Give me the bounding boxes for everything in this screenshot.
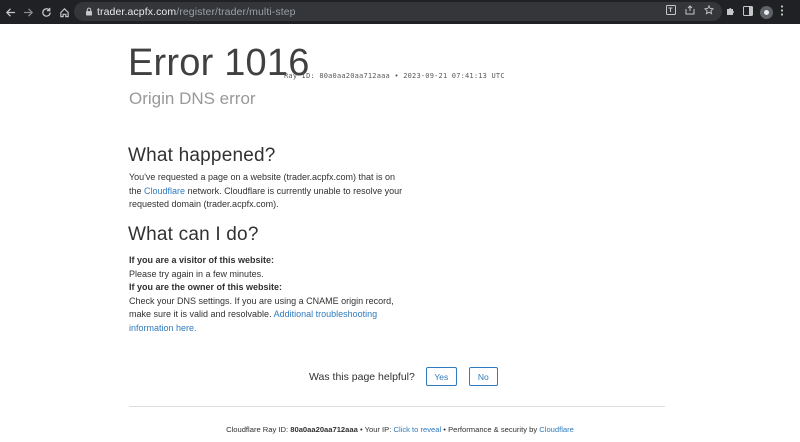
home-icon[interactable] — [55, 0, 73, 24]
visitor-label: If you are a visitor of this website: — [129, 255, 275, 265]
visitor-text: Please try again in a few minutes. — [129, 268, 264, 279]
what-can-i-do-heading: What can I do? — [128, 224, 259, 245]
what-happened-heading: What happened? — [128, 145, 276, 166]
ray-id-line: Ray ID: 80a0aa20aa712aaa • 2023-09-21 07… — [284, 72, 505, 80]
reveal-ip-link[interactable]: Click to reveal — [393, 425, 441, 434]
what-happened-text: You've requested a page on a website (tr… — [129, 171, 404, 212]
timestamp: 2023-09-21 07:41:13 UTC — [403, 72, 505, 80]
address-bar[interactable]: trader.acpfx.com/register/trader/multi-s… — [74, 2, 722, 21]
footer-ip-prefix: Your IP: — [364, 425, 392, 434]
url-path: /register/trader/multi-step — [176, 5, 296, 18]
share-icon[interactable] — [685, 5, 695, 18]
footer-separator-2: • — [443, 425, 446, 434]
footer-divider — [129, 406, 665, 407]
lock-icon[interactable] — [81, 7, 97, 16]
url-text: trader.acpfx.com/register/trader/multi-s… — [97, 6, 296, 18]
what-can-i-do-text: If you are a visitor of this website: Pl… — [129, 254, 404, 335]
side-panel-icon[interactable] — [743, 5, 753, 19]
footer-cloudflare-link[interactable]: Cloudflare — [539, 425, 574, 434]
error-title: Error 1016 — [128, 42, 310, 84]
kebab-menu-icon[interactable] — [780, 5, 784, 19]
profile-avatar-icon[interactable] — [760, 5, 773, 19]
footer-separator-1: • — [359, 425, 363, 434]
footer-ray-prefix: Cloudflare Ray ID: — [226, 425, 289, 434]
footer-perf-text: Performance & security by — [448, 425, 538, 434]
reload-icon[interactable] — [37, 0, 55, 24]
error-subtitle: Origin DNS error — [129, 89, 256, 108]
cloudflare-link[interactable]: Cloudflare — [144, 186, 185, 196]
url-host: trader.acpfx.com — [97, 5, 177, 18]
error-page: Error 1016 Ray ID: 80a0aa20aa712aaa • 20… — [0, 24, 800, 442]
owner-label: If you are the owner of this website: — [129, 282, 283, 292]
back-arrow-icon[interactable] — [1, 0, 19, 24]
footer: Cloudflare Ray ID: 80a0aa20aa712aaa • Yo… — [0, 425, 800, 434]
forward-arrow-icon[interactable] — [19, 0, 37, 24]
ray-id: Ray ID: 80a0aa20aa712aaa — [284, 72, 390, 80]
footer-ray-value: 80a0aa20aa712aaa — [290, 425, 358, 434]
browser-toolbar: trader.acpfx.com/register/trader/multi-s… — [0, 0, 800, 24]
feedback-yes-button[interactable]: Yes — [425, 367, 457, 386]
feedback-section: Was this page helpful? Yes No — [309, 367, 498, 386]
translate-icon[interactable] — [666, 5, 676, 18]
feedback-no-button[interactable]: No — [468, 367, 498, 386]
extensions-puzzle-icon[interactable] — [726, 6, 736, 19]
separator: • — [394, 72, 399, 80]
feedback-question: Was this page helpful? — [309, 370, 415, 383]
bookmark-star-icon[interactable] — [703, 4, 715, 18]
